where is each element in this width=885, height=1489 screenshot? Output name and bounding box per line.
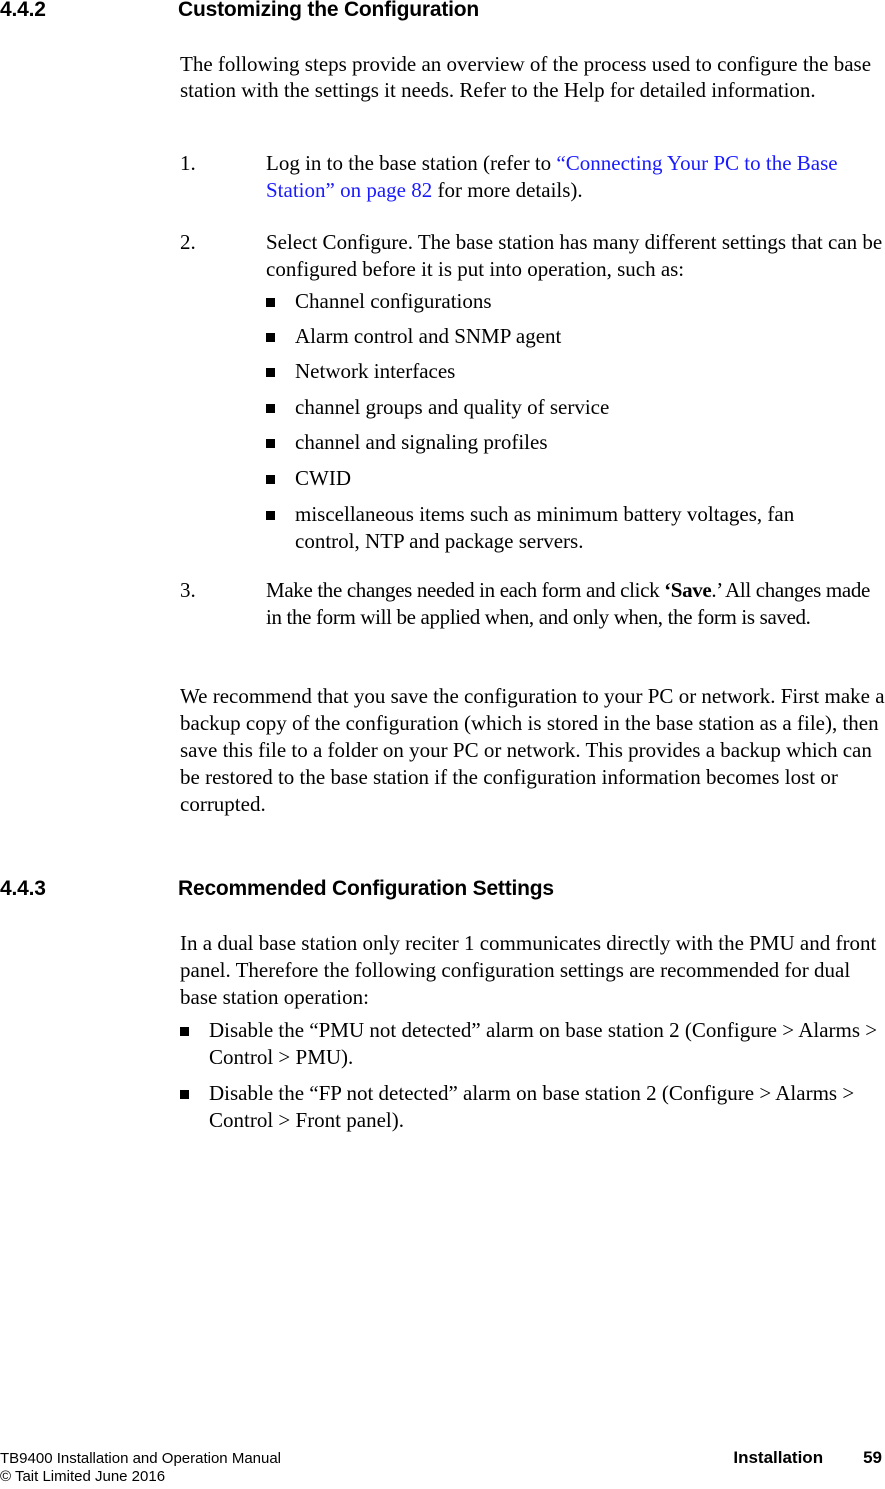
list-item: channel groups and quality of service: [266, 394, 885, 421]
footer-copyright: © Tait Limited June 2016: [0, 1468, 166, 1485]
intro-text: In a dual base station only reciter 1 co…: [180, 931, 877, 1009]
intro-text: The following steps provide an overview …: [180, 52, 872, 102]
step-number: 3.: [180, 578, 196, 602]
step-text: Make the changes needed in each form and…: [266, 577, 885, 631]
list-item: Channel configurations: [266, 288, 885, 315]
dual-station-intro: In a dual base station only reciter 1 co…: [180, 930, 885, 1011]
step-2: 2. Select Configure. The base station ha…: [180, 229, 885, 283]
list-item: channel and signaling profiles: [266, 429, 885, 456]
list-item: Disable the “FP not detected” alarm on b…: [180, 1080, 880, 1134]
bullet-icon: [266, 298, 275, 307]
section-number: 4.4.2: [0, 0, 46, 21]
list-item: miscellaneous items such as minimum batt…: [266, 501, 836, 555]
save-label: ‘Save: [664, 578, 712, 602]
step-number: 1.: [180, 151, 196, 175]
list-item-text: Disable the “PMU not detected” alarm on …: [209, 1018, 878, 1069]
list-item: Alarm control and SNMP agent: [266, 323, 885, 350]
bullet-icon: [180, 1027, 189, 1036]
step-number: 2.: [180, 230, 196, 254]
bullet-icon: [266, 511, 275, 520]
list-item-text: channel and signaling profiles: [295, 430, 548, 454]
step-3: 3. Make the changes needed in each form …: [180, 577, 885, 631]
list-item-text: Alarm control and SNMP agent: [295, 324, 562, 348]
footer-section-name: Installation: [733, 1448, 824, 1467]
footer-manual-title: TB9400 Installation and Operation Manual: [0, 1450, 282, 1467]
bullet-icon: [266, 368, 275, 377]
page-number: 59: [863, 1448, 882, 1467]
section-title: Customizing the Configuration: [178, 0, 479, 21]
bullet-icon: [266, 475, 275, 484]
list-item-text: miscellaneous items such as minimum batt…: [295, 502, 795, 553]
list-item-text: Network interfaces: [295, 359, 456, 383]
bullet-icon: [266, 404, 275, 413]
recommendation-paragraph: We recommend that you save the configura…: [180, 683, 885, 818]
bullet-icon: [266, 439, 275, 448]
bullet-icon: [180, 1090, 189, 1099]
section-heading-4-4-2: 4.4.2 Customizing the Configuration: [0, 0, 479, 22]
recommendation-text: We recommend that you save the configura…: [180, 684, 885, 816]
step-1: 1. Log in to the base station (refer to …: [180, 150, 885, 204]
list-item: CWID: [266, 465, 885, 492]
list-item-text: channel groups and quality of service: [295, 395, 610, 419]
bullet-icon: [266, 333, 275, 342]
section-heading-4-4-3: 4.4.3 Recommended Configuration Settings: [0, 877, 554, 901]
footer-right: Installation 59: [733, 1448, 882, 1468]
section-title: Recommended Configuration Settings: [178, 877, 554, 900]
list-item-text: CWID: [295, 466, 351, 490]
intro-paragraph: The following steps provide an overview …: [180, 51, 885, 103]
list-item-text: Disable the “FP not detected” alarm on b…: [209, 1081, 855, 1132]
section-number: 4.4.3: [0, 877, 46, 900]
list-item: Disable the “PMU not detected” alarm on …: [180, 1017, 880, 1071]
step-text: Select Configure. The base station has m…: [266, 230, 883, 281]
list-item: Network interfaces: [266, 358, 885, 385]
step-text-after: for more details).: [432, 178, 583, 202]
step-text-before: Make the changes needed in each form and…: [266, 578, 665, 602]
list-item-text: Channel configurations: [295, 289, 492, 313]
step-text-before: Log in to the base station (refer to: [266, 151, 557, 175]
step-text: Log in to the base station (refer to “Co…: [266, 150, 885, 204]
